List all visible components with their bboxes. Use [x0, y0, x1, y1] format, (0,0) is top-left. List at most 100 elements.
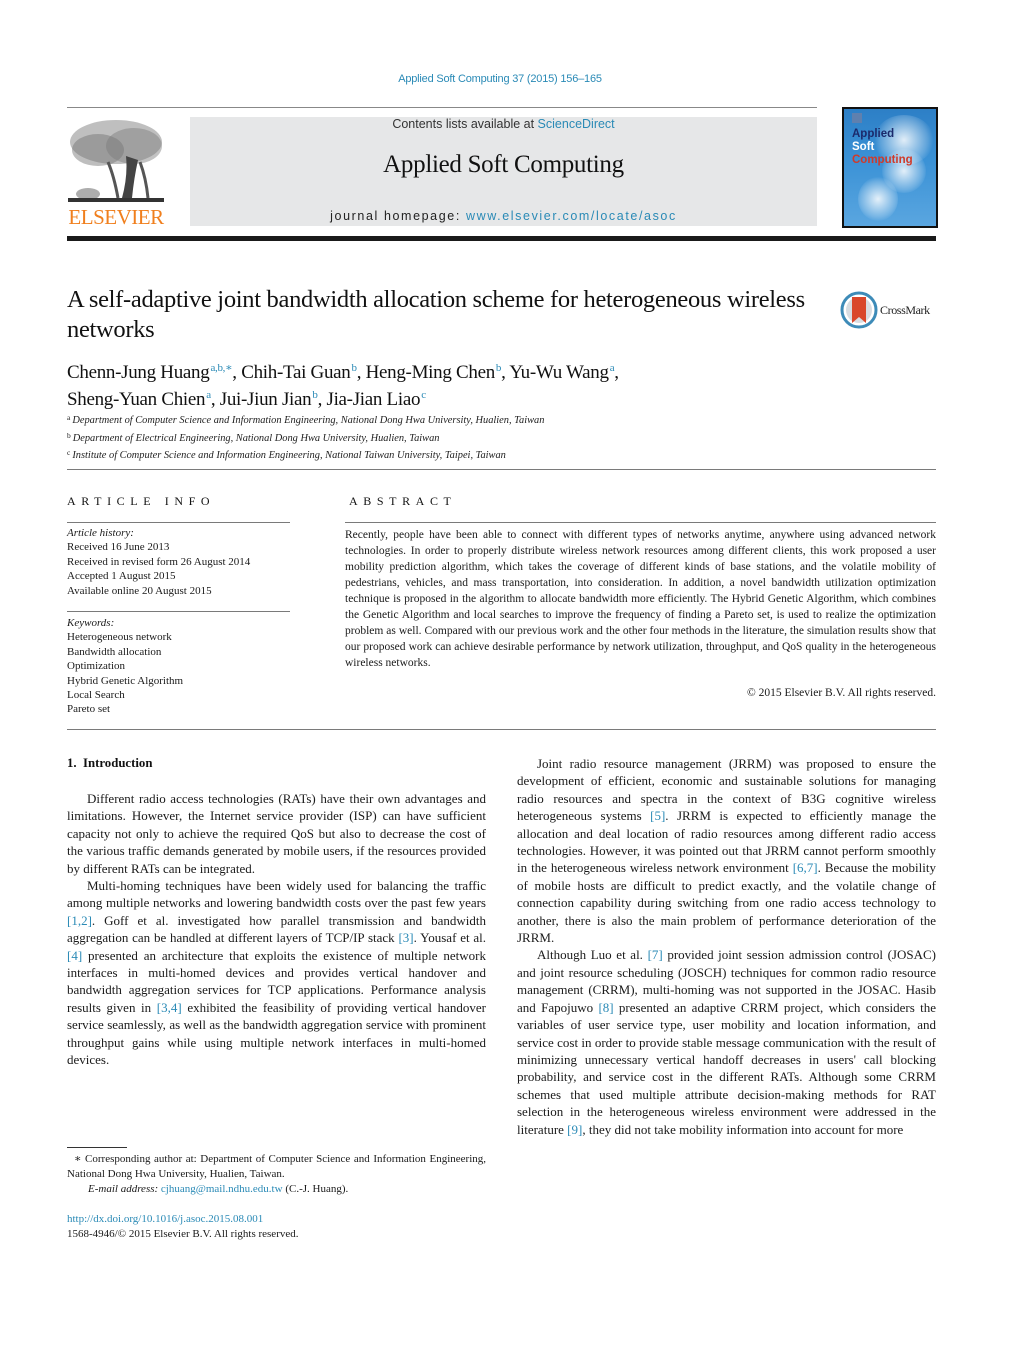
journal-reference[interactable]: Applied Soft Computing 37 (2015) 156–165 — [0, 73, 1000, 85]
journal-cover[interactable]: Applied Soft Computing — [842, 107, 938, 228]
keyword-item: Pareto set — [67, 703, 111, 716]
keyword-item: Local Search — [67, 689, 125, 702]
keyword-item: Bandwidth allocation — [67, 645, 162, 658]
homepage-prefix: journal homepage: — [330, 209, 466, 223]
affiliation-item: c Institute of Computer Science and Infor… — [67, 446, 927, 464]
author-name[interactable]: Chih-Tai Guan — [241, 362, 351, 383]
affiliation-divider — [67, 469, 936, 470]
affiliation-item: b Department of Electrical Engineering, N… — [67, 429, 927, 447]
author-separator: , — [614, 362, 619, 383]
author-affiliation-marker[interactable]: c — [421, 389, 426, 401]
header-thick-divider — [67, 236, 936, 241]
author-name[interactable]: Heng-Ming Chen — [366, 362, 496, 383]
keyword-item: Heterogeneous network — [67, 631, 172, 644]
cover-highlight — [858, 177, 898, 221]
author-name[interactable]: Jui-Jiun Jian — [220, 389, 312, 410]
cover-title-line3: Computing — [852, 154, 913, 166]
email-suffix: (C.-J. Huang). — [282, 1183, 349, 1195]
elsevier-logo[interactable]: ELSEVIER — [66, 116, 166, 229]
citation-link[interactable]: [9] — [567, 1122, 582, 1137]
author[interactable]: Jui-Jiun Jianb — [220, 389, 318, 410]
corresponding-author-note: ∗ Corresponding author at: Department of… — [67, 1153, 486, 1180]
paragraph-text: presented an adaptive CRRM project, whic… — [517, 999, 937, 1137]
body-paragraph: Although Luo et al. [7] provided joint s… — [517, 946, 936, 1137]
cover-title-line2: Soft — [852, 141, 875, 153]
citation-link[interactable]: [1,2] — [67, 913, 92, 928]
abstract-heading: ABSTRACT — [349, 494, 457, 508]
body-paragraph: Multi-homing techniques have been widely… — [67, 877, 486, 1068]
citation-link[interactable]: [3] — [398, 930, 413, 945]
abstract-bottom-divider — [67, 729, 936, 730]
homepage-line: journal homepage: www.elsevier.com/locat… — [190, 209, 817, 223]
author[interactable]: Yu-Wu Wanga — [509, 362, 614, 383]
affiliation-key: b — [67, 430, 71, 440]
paragraph-text: Multi-homing techniques have been widely… — [67, 878, 486, 911]
keywords-label: Keywords: — [67, 617, 115, 629]
citation-link[interactable]: [6,7] — [793, 860, 818, 875]
affiliation-text: Department of Computer Science and Infor… — [72, 415, 545, 426]
keywords-divider — [67, 611, 290, 612]
paragraph-text: , they did not take mobility information… — [582, 1121, 904, 1137]
affiliation-key: c — [67, 448, 71, 457]
contents-prefix: Contents lists available at — [392, 117, 538, 131]
abstract-text: Recently, people have been able to conne… — [345, 529, 936, 669]
paragraph-text: . Yousaf et al. — [413, 930, 486, 946]
journal-reference-link[interactable]: Applied Soft Computing 37 (2015) 156–165 — [398, 73, 602, 85]
keyword-item: Hybrid Genetic Algorithm — [67, 674, 184, 687]
cover-title-line1: Applied — [852, 128, 895, 140]
issn-line: 1568-4946/© 2015 Elsevier B.V. All right… — [67, 1228, 299, 1240]
footnote-divider — [67, 1147, 127, 1148]
crossmark-badge[interactable]: CrossMark — [840, 291, 940, 331]
author-name[interactable]: Yu-Wu Wang — [509, 362, 609, 383]
citation-link[interactable]: [3,4] — [157, 1000, 182, 1015]
author[interactable]: Heng-Ming Chenb — [366, 362, 502, 383]
email-link[interactable]: cjhuang@mail.ndhu.edu.tw — [161, 1183, 283, 1195]
keywords: Keywords: Heterogeneous network Bandwidt… — [67, 616, 290, 717]
author-separator: , — [232, 362, 242, 383]
elsevier-tree-icon — [68, 116, 164, 204]
author[interactable]: Chih-Tai Guanb — [241, 362, 357, 383]
author-affiliation-marker[interactable]: a,b,∗ — [210, 362, 232, 374]
author-name[interactable]: Chenn-Jung Huang — [67, 362, 210, 383]
author[interactable]: Sheng-Yuan Chiena — [67, 389, 211, 410]
body-paragraph: Joint radio resource management (JRRM) w… — [517, 755, 936, 946]
cover-emblem-icon — [852, 113, 862, 123]
history-item: Available online 20 August 2015 — [67, 584, 212, 597]
author[interactable]: Chenn-Jung Huanga,b,∗ — [67, 362, 233, 383]
sciencedirect-link[interactable]: ScienceDirect — [538, 117, 615, 131]
affiliation-item: a Department of Computer Science and Info… — [67, 411, 927, 429]
history-item: Accepted 1 August 2015 — [67, 570, 176, 583]
affiliation-text: Department of Electrical Engineering, Na… — [72, 432, 440, 444]
body-column-right: Joint radio resource management (JRRM) w… — [517, 755, 936, 1138]
crossmark-label: CrossMark — [880, 303, 930, 317]
homepage-link[interactable]: www.elsevier.com/locate/asoc — [466, 209, 677, 223]
article-history-label: Article history: — [67, 527, 134, 539]
top-divider — [67, 107, 817, 108]
footnote: ∗ Corresponding author at: Department of… — [67, 1152, 486, 1197]
elsevier-wordmark: ELSEVIER — [68, 205, 164, 229]
history-item: Received 16 June 2013 — [67, 541, 170, 554]
doi-link[interactable]: http://dx.doi.org/10.1016/j.asoc.2015.08… — [67, 1213, 263, 1225]
paragraph-text: Different radio access technologies (RAT… — [67, 791, 486, 876]
journal-title: Applied Soft Computing — [383, 151, 624, 178]
citation-link[interactable]: [8] — [598, 1000, 613, 1015]
crossmark-icon — [840, 291, 878, 329]
abstract-copyright: © 2015 Elsevier B.V. All rights reserved… — [747, 687, 936, 699]
history-item: Received in revised form 26 August 2014 — [67, 555, 251, 568]
citation-link[interactable]: [5] — [650, 808, 665, 823]
journal-masthead: Contents lists available at ScienceDirec… — [190, 117, 817, 226]
email-label: E-mail address: — [88, 1183, 161, 1195]
author-name[interactable]: Sheng-Yuan Chien — [67, 389, 206, 410]
doi-block: http://dx.doi.org/10.1016/j.asoc.2015.08… — [67, 1212, 486, 1242]
author-separator: , — [210, 389, 220, 410]
affiliation-key: a — [67, 413, 71, 422]
affiliation-text: Institute of Computer Science and Inform… — [72, 450, 506, 461]
author-separator: , — [356, 362, 366, 383]
citation-link[interactable]: [4] — [67, 948, 82, 963]
affiliation-list: a Department of Computer Science and Info… — [67, 411, 927, 464]
author-name[interactable]: Jia-Jian Liao — [326, 389, 420, 410]
author[interactable]: Jia-Jian Liaoc — [326, 389, 426, 410]
citation-link[interactable]: [7] — [648, 947, 663, 962]
body-paragraph: Different radio access technologies (RAT… — [67, 790, 486, 877]
keyword-item: Optimization — [67, 660, 126, 673]
